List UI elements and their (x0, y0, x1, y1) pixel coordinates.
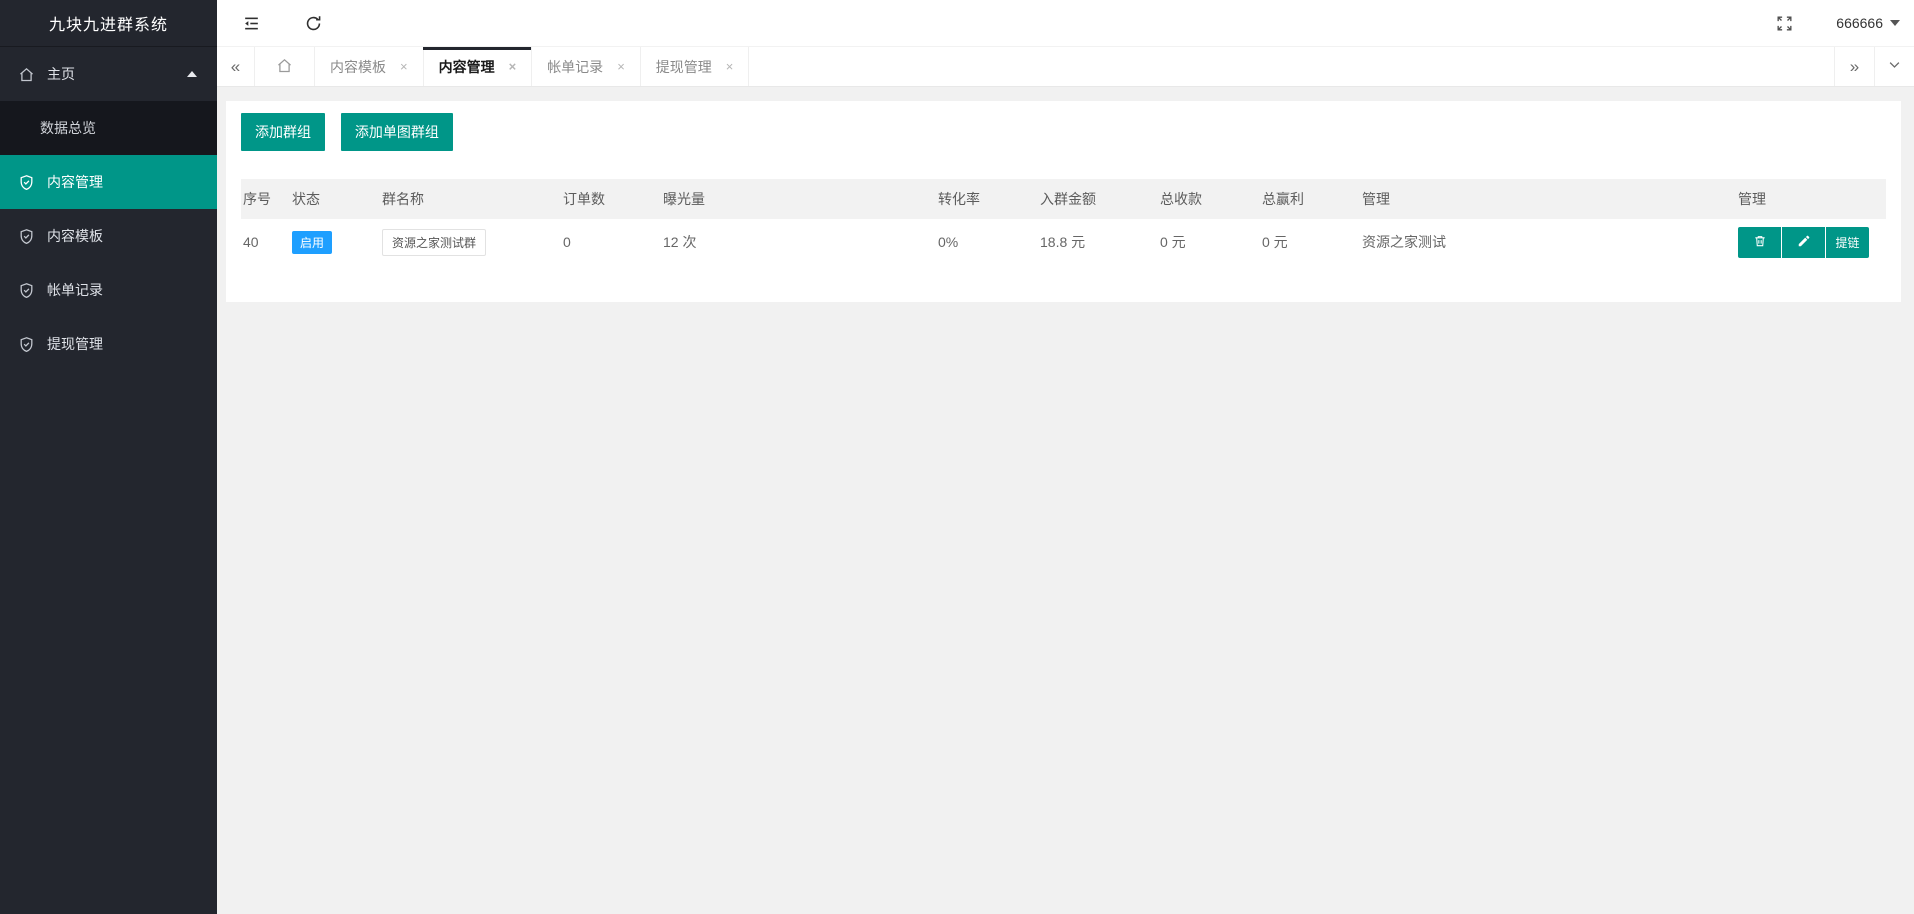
tabs-menu-button[interactable] (1874, 47, 1914, 86)
close-icon[interactable]: × (617, 60, 625, 73)
fullscreen-icon[interactable] (1774, 13, 1794, 33)
collapse-sidebar-icon[interactable] (241, 13, 261, 33)
topbar: 666666 (217, 0, 1914, 47)
cell-order-count: 0 (561, 219, 661, 265)
close-icon[interactable]: × (726, 60, 734, 73)
col-actions: 管理 (1736, 179, 1886, 219)
col-join-amount: 入群金额 (1038, 179, 1158, 219)
app-title: 九块九进群系统 (0, 0, 217, 47)
double-chevron-right-icon: » (1850, 57, 1859, 77)
sidebar-nav: 主页 数据总览 内容管理 内容模板 (0, 47, 217, 371)
cell-status: 启用 (290, 219, 380, 265)
col-index: 序号 (241, 179, 290, 219)
sidebar-item-label: 帐单记录 (47, 280, 103, 300)
chevron-down-icon (1887, 57, 1902, 77)
tab-content-template[interactable]: 内容模板 × (315, 47, 424, 86)
sidebar: 九块九进群系统 主页 数据总览 内容管理 (0, 0, 217, 914)
tab-label: 帐单记录 (547, 57, 603, 77)
close-icon[interactable]: × (509, 60, 517, 73)
tabs-scroll-left-button[interactable]: « (217, 47, 255, 86)
sidebar-item-withdraw-manage[interactable]: 提现管理 (0, 317, 217, 371)
main-content: 添加群组 添加单图群组 序号 状态 群名称 订单数 曝光量 转化率 入群金额 总… (217, 87, 1914, 914)
table-header-row: 序号 状态 群名称 订单数 曝光量 转化率 入群金额 总收款 总赢利 管理 管理 (241, 179, 1886, 219)
edit-button[interactable] (1782, 227, 1825, 258)
col-conversion-rate: 转化率 (936, 179, 1038, 219)
col-exposure: 曝光量 (661, 179, 936, 219)
shield-check-icon (18, 282, 35, 299)
username: 666666 (1836, 15, 1883, 31)
group-name-tag: 资源之家测试群 (382, 229, 486, 256)
refresh-icon[interactable] (303, 13, 323, 33)
col-status: 状态 (290, 179, 380, 219)
home-icon (276, 57, 293, 77)
cell-exposure: 12 次 (661, 219, 936, 265)
cell-total-profit: 0 元 (1260, 219, 1360, 265)
shield-check-icon (18, 336, 35, 353)
sidebar-item-billing-records[interactable]: 帐单记录 (0, 263, 217, 317)
double-chevron-left-icon: « (231, 57, 240, 77)
sidebar-item-data-overview[interactable]: 数据总览 (0, 101, 217, 155)
sidebar-item-label: 内容管理 (47, 172, 103, 192)
status-badge: 启用 (292, 231, 332, 254)
cell-conversion-rate: 0% (936, 219, 1038, 265)
row-action-group: 提链 (1738, 227, 1869, 258)
tab-home[interactable] (255, 47, 315, 86)
pencil-icon (1797, 234, 1811, 251)
tabbar: « 内容模板 × 内容管理 × 帐单记录 × 提现管理 × » (217, 47, 1914, 87)
cell-index: 40 (241, 219, 290, 265)
col-total-profit: 总赢利 (1260, 179, 1360, 219)
table-row: 40 启用 资源之家测试群 0 12 次 0% 18.8 元 0 元 0 元 资… (241, 219, 1886, 265)
home-icon (18, 66, 35, 83)
cell-join-amount: 18.8 元 (1038, 219, 1158, 265)
extract-link-button[interactable]: 提链 (1826, 227, 1869, 258)
chevron-up-icon (187, 71, 197, 77)
trash-icon (1753, 234, 1767, 251)
shield-check-icon (18, 228, 35, 245)
user-menu[interactable]: 666666 (1836, 15, 1900, 31)
tabs-scroll-right-button[interactable]: » (1834, 47, 1874, 86)
close-icon[interactable]: × (400, 60, 408, 73)
groups-table: 序号 状态 群名称 订单数 曝光量 转化率 入群金额 总收款 总赢利 管理 管理… (241, 179, 1886, 265)
add-group-button[interactable]: 添加群组 (241, 113, 325, 151)
col-group-name: 群名称 (380, 179, 561, 219)
tab-billing-records[interactable]: 帐单记录 × (532, 47, 641, 86)
sidebar-item-content-template[interactable]: 内容模板 (0, 209, 217, 263)
tab-label: 提现管理 (656, 57, 712, 77)
col-manager: 管理 (1360, 179, 1736, 219)
add-single-image-group-button[interactable]: 添加单图群组 (341, 113, 453, 151)
sidebar-item-home[interactable]: 主页 (0, 47, 217, 101)
sidebar-item-label: 内容模板 (47, 226, 103, 246)
tab-withdraw-manage[interactable]: 提现管理 × (641, 47, 750, 86)
col-total-received: 总收款 (1158, 179, 1260, 219)
tab-label: 内容管理 (439, 57, 495, 77)
sidebar-item-label: 主页 (47, 64, 75, 84)
sidebar-item-label: 提现管理 (47, 334, 103, 354)
cell-group-name: 资源之家测试群 (380, 219, 561, 265)
col-order-count: 订单数 (561, 179, 661, 219)
content-card: 添加群组 添加单图群组 序号 状态 群名称 订单数 曝光量 转化率 入群金额 总… (226, 101, 1901, 302)
cell-actions: 提链 (1736, 219, 1886, 265)
tab-content-manage[interactable]: 内容管理 × (424, 47, 533, 86)
tab-label: 内容模板 (330, 57, 386, 77)
delete-button[interactable] (1738, 227, 1781, 258)
cell-total-received: 0 元 (1158, 219, 1260, 265)
caret-down-icon (1890, 20, 1900, 26)
sidebar-item-label: 数据总览 (40, 118, 96, 138)
shield-check-icon (18, 174, 35, 191)
sidebar-item-content-manage[interactable]: 内容管理 (0, 155, 217, 209)
cell-manager: 资源之家测试 (1360, 219, 1736, 265)
